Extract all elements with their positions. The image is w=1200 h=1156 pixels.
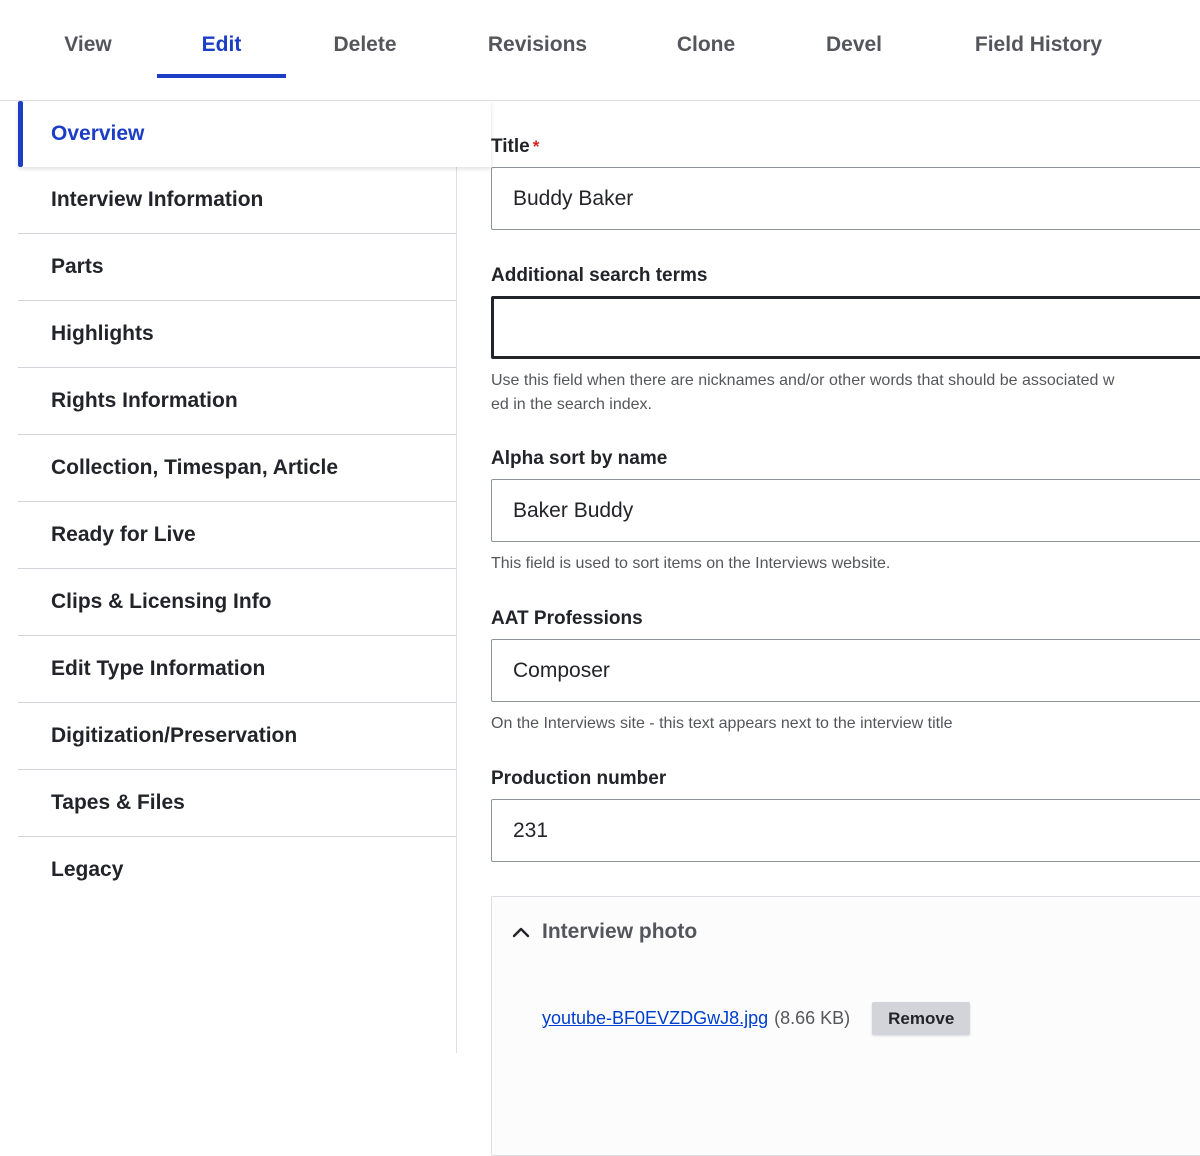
sidebar-item-edit-type-information[interactable]: Edit Type Information: [18, 636, 456, 703]
professions-description: On the Interviews site - this text appea…: [491, 715, 953, 732]
remove-button[interactable]: Remove: [872, 1002, 971, 1035]
professions-input[interactable]: Composer: [491, 639, 1200, 702]
search-terms-description-line2: ed in the search index.: [491, 396, 652, 413]
sidebar-item-tapes-files[interactable]: Tapes & Files: [18, 770, 456, 837]
sidebar-item-rights-information[interactable]: Rights Information: [18, 368, 456, 435]
sidebar-item-ready-for-live[interactable]: Ready for Live: [18, 502, 456, 569]
sidebar-item-overview[interactable]: Overview: [18, 101, 491, 167]
tab-revisions[interactable]: Revisions: [480, 30, 595, 78]
professions-field: AAT Professions Composer On the Intervie…: [491, 607, 1200, 736]
tab-delete[interactable]: Delete: [325, 30, 405, 78]
professions-label: AAT Professions: [491, 608, 643, 629]
file-size: (8.66 KB): [774, 1008, 851, 1028]
required-marker: *: [532, 137, 540, 156]
file-link[interactable]: youtube-BF0EVZDGwJ8.jpg: [542, 1008, 768, 1029]
interview-photo-details: Interview photo youtube-BF0EVZDGwJ8.jpg …: [491, 896, 1200, 1156]
sidebar-item-digitization-preservation[interactable]: Digitization/Preservation: [18, 703, 456, 770]
tab-clone[interactable]: Clone: [670, 30, 742, 78]
tab-devel[interactable]: Devel: [820, 30, 888, 78]
search-terms-input[interactable]: [491, 296, 1200, 359]
production-number-label: Production number: [491, 768, 667, 789]
interview-photo-summary[interactable]: Interview photo: [510, 917, 697, 947]
production-number-input[interactable]: 231: [491, 799, 1200, 862]
vertical-tabs-sidebar: Overview Interview Information Parts Hig…: [18, 101, 491, 1053]
alpha-sort-label: Alpha sort by name: [491, 448, 668, 469]
sidebar-item-parts[interactable]: Parts: [18, 234, 456, 301]
sidebar-item-interview-information[interactable]: Interview Information: [18, 167, 456, 234]
production-number-field: Production number 231: [491, 767, 1200, 862]
file-item: youtube-BF0EVZDGwJ8.jpg (8.66 KB) Remove: [542, 1002, 971, 1035]
title-label: Title *: [491, 135, 1200, 159]
title-field: Title * Buddy Baker: [491, 135, 1200, 230]
alpha-sort-input[interactable]: Baker Buddy: [491, 479, 1200, 542]
primary-tabs: View Edit Delete Revisions Clone Devel F…: [0, 0, 1200, 101]
search-terms-label: Additional search terms: [491, 265, 708, 286]
sidebar-item-collection-timespan-article[interactable]: Collection, Timespan, Article: [18, 435, 456, 502]
search-terms-field: Additional search terms Use this field w…: [491, 264, 1200, 417]
title-input[interactable]: Buddy Baker: [491, 167, 1200, 230]
tab-view[interactable]: View: [57, 30, 119, 78]
tab-field-history[interactable]: Field History: [966, 30, 1111, 78]
search-terms-description: Use this field when there are nicknames …: [491, 369, 1200, 417]
sidebar-item-clips-licensing-info[interactable]: Clips & Licensing Info: [18, 569, 456, 636]
chevron-up-icon: [512, 927, 530, 938]
alpha-sort-field: Alpha sort by name Baker Buddy This fiel…: [491, 447, 1200, 576]
sidebar-item-highlights[interactable]: Highlights: [18, 301, 456, 368]
interview-photo-summary-label: Interview photo: [542, 920, 698, 943]
title-label-text: Title: [491, 136, 530, 157]
alpha-sort-description: This field is used to sort items on the …: [491, 555, 891, 572]
search-terms-description-line1: Use this field when there are nicknames …: [491, 372, 1115, 389]
sidebar-item-legacy[interactable]: Legacy: [18, 837, 456, 903]
tab-edit[interactable]: Edit: [157, 30, 286, 78]
